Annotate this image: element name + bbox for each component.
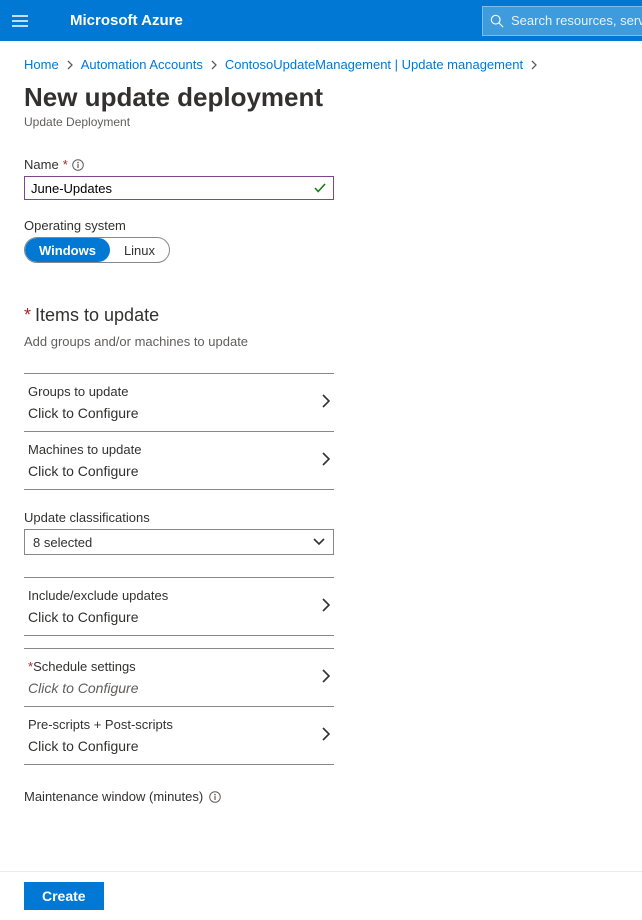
schedule-settings-row[interactable]: *Schedule settings Click to Configure	[24, 649, 334, 707]
name-label-text: Name	[24, 157, 59, 172]
os-option-windows[interactable]: Windows	[25, 238, 110, 262]
include-exclude-row[interactable]: Include/exclude updates Click to Configu…	[24, 578, 334, 636]
required-asterisk: *	[24, 305, 31, 325]
bottom-toolbar: Create	[0, 871, 642, 920]
chevron-right-icon	[67, 60, 73, 70]
form-area: Name * Operating system Windows Linux *I…	[24, 157, 334, 804]
items-heading-text: Items to update	[35, 305, 159, 325]
chevron-right-icon	[322, 727, 330, 741]
page-subtitle: Update Deployment	[24, 115, 618, 129]
row-title: Groups to update	[28, 384, 334, 399]
chevron-right-icon	[322, 394, 330, 408]
page-title: New update deployment	[24, 82, 618, 113]
groups-to-update-row[interactable]: Groups to update Click to Configure	[24, 374, 334, 432]
breadcrumb-update-management[interactable]: ContosoUpdateManagement | Update managem…	[225, 57, 523, 72]
info-icon[interactable]	[72, 159, 84, 171]
global-search[interactable]	[482, 6, 642, 36]
row-sub: Click to Configure	[28, 738, 334, 754]
create-button[interactable]: Create	[24, 882, 104, 910]
check-icon	[313, 181, 327, 195]
classifications-select[interactable]: 8 selected	[24, 529, 334, 555]
row-sub: Click to Configure	[28, 405, 334, 421]
name-input[interactable]	[31, 181, 313, 196]
row-sub: Click to Configure	[28, 609, 334, 625]
row-title: Include/exclude updates	[28, 588, 334, 603]
name-label: Name *	[24, 157, 334, 172]
chevron-right-icon	[322, 598, 330, 612]
info-icon[interactable]	[209, 791, 221, 803]
os-toggle: Windows Linux	[24, 237, 170, 263]
items-heading: *Items to update	[24, 305, 334, 326]
chevron-right-icon	[211, 60, 217, 70]
search-input[interactable]	[511, 13, 642, 28]
chevron-right-icon	[531, 60, 537, 70]
chevron-down-icon	[313, 538, 325, 546]
breadcrumb-automation-accounts[interactable]: Automation Accounts	[81, 57, 203, 72]
chevron-right-icon	[322, 452, 330, 466]
machines-to-update-row[interactable]: Machines to update Click to Configure	[24, 432, 334, 490]
chevron-right-icon	[322, 669, 330, 683]
breadcrumb-home[interactable]: Home	[24, 57, 59, 72]
row-title: Pre-scripts + Post-scripts	[28, 717, 334, 732]
row-title-text: Schedule settings	[33, 659, 136, 674]
breadcrumb: Home Automation Accounts ContosoUpdateMa…	[0, 41, 642, 80]
row-sub: Click to Configure	[28, 680, 334, 696]
items-subheading: Add groups and/or machines to update	[24, 334, 334, 349]
maintenance-window-text: Maintenance window (minutes)	[24, 789, 203, 804]
row-title: *Schedule settings	[28, 659, 334, 674]
name-field[interactable]	[24, 176, 334, 200]
maintenance-window-label: Maintenance window (minutes)	[24, 789, 334, 804]
pre-post-scripts-row[interactable]: Pre-scripts + Post-scripts Click to Conf…	[24, 707, 334, 765]
row-title: Machines to update	[28, 442, 334, 457]
main-content: New update deployment Update Deployment …	[0, 82, 642, 804]
search-icon	[489, 14, 505, 28]
classifications-value: 8 selected	[33, 535, 92, 550]
menu-icon[interactable]	[0, 1, 40, 41]
os-label: Operating system	[24, 218, 334, 233]
classifications-label: Update classifications	[24, 510, 334, 525]
row-sub: Click to Configure	[28, 463, 334, 479]
brand-label: Microsoft Azure	[40, 12, 183, 29]
required-asterisk: *	[63, 157, 68, 172]
azure-topbar: Microsoft Azure	[0, 0, 642, 41]
os-option-linux[interactable]: Linux	[110, 238, 169, 262]
